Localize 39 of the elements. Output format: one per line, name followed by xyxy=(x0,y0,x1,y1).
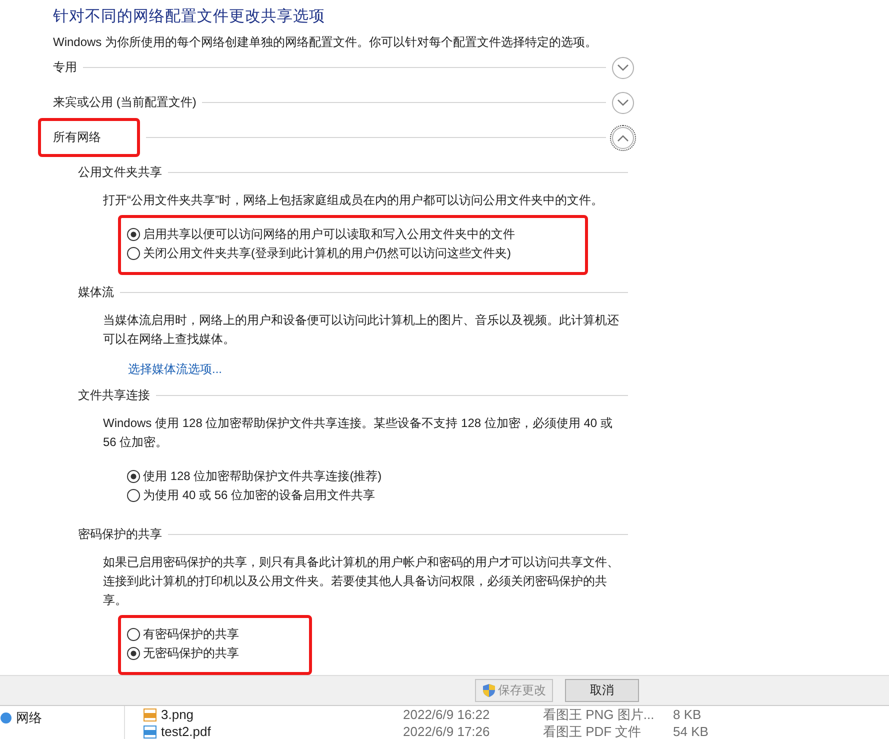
network-icon xyxy=(0,712,12,724)
expand-toggle[interactable] xyxy=(612,126,634,148)
radio-option[interactable]: 为使用 40 或 56 位加密的设备启用文件共享 xyxy=(127,487,382,504)
section-heading: 文件共享连接 xyxy=(78,386,150,404)
radio-option[interactable]: 有密码保护的共享 xyxy=(127,626,239,643)
section-heading: 媒体流 xyxy=(78,284,114,300)
file-icon xyxy=(143,708,157,722)
page-description: Windows 为你所使用的每个网络创建单独的网络配置文件。你可以针对每个配置文件选择特定的选项。 xyxy=(53,34,598,50)
file-date: 2022/6/9 17:26 xyxy=(403,724,491,739)
file-name[interactable]: test2.pdf xyxy=(161,724,211,739)
radio-option[interactable]: 使用 128 位加密帮助保护文件共享连接(推荐) xyxy=(127,468,382,485)
chevron-up-icon xyxy=(617,134,629,142)
radio-option[interactable]: 无密码保护的共享 xyxy=(127,645,239,662)
expand-toggle[interactable] xyxy=(612,56,634,78)
file-type: 看图王 PDF 文件 xyxy=(543,722,642,739)
profile-label[interactable]: 来宾或公用 (当前配置文件) xyxy=(53,94,196,111)
chevron-down-icon xyxy=(617,98,629,106)
shield-icon xyxy=(482,683,496,698)
profile-label[interactable]: 所有网络 xyxy=(38,118,140,157)
section-text: 如果已启用密码保护的共享，则只有具备此计算机的用户帐户和密码的用户才可以访问共享文件、连接到此计算机的打印机以及公用文件夹。若要使其他人具备访问权限，必须关闭密码保护的共享。 xyxy=(103,554,620,609)
nav-item[interactable]: 网络 xyxy=(0,709,42,727)
radio-option[interactable]: 启用共享以便可以访问网络的用户可以读取和写入公用文件夹中的文件 xyxy=(127,226,515,243)
expand-toggle[interactable] xyxy=(612,92,634,114)
section-heading: 密码保护的共享 xyxy=(78,526,162,542)
file-size: 8 KB xyxy=(673,707,702,722)
section-text: 打开“公用文件夹共享”时，网络上包括家庭组成员在内的用户都可以访问公用文件夹中的文件。 xyxy=(103,192,604,209)
media-options-link[interactable]: 选择媒体流选项... xyxy=(128,361,222,378)
file-size: 54 KB xyxy=(673,724,710,739)
dialog-button[interactable]: 取消 xyxy=(565,679,639,702)
page-title: 针对不同的网络配置文件更改共享选项 xyxy=(53,7,326,27)
profile-label[interactable]: 专用 xyxy=(53,59,77,76)
section-heading: 公用文件夹共享 xyxy=(78,164,162,180)
section-text: 当媒体流启用时，网络上的用户和设备便可以访问此计算机上的图片、音乐以及视频。此计算机还可以在网络上查找媒体。 xyxy=(103,312,620,348)
file-name[interactable]: 3.png xyxy=(161,707,194,722)
file-type: 看图王 PNG 图片... xyxy=(543,706,656,724)
radio-option[interactable]: 关闭公用文件夹共享(登录到此计算机的用户仍然可以访问这些文件夹) xyxy=(127,245,515,262)
section-text: Windows 使用 128 位加密帮助保护文件共享连接。某些设备不支持 128 位加密，必须使用 40 或 56 位加密。 xyxy=(103,415,614,451)
chevron-down-icon xyxy=(617,64,629,72)
file-date: 2022/6/9 16:22 xyxy=(403,707,491,722)
